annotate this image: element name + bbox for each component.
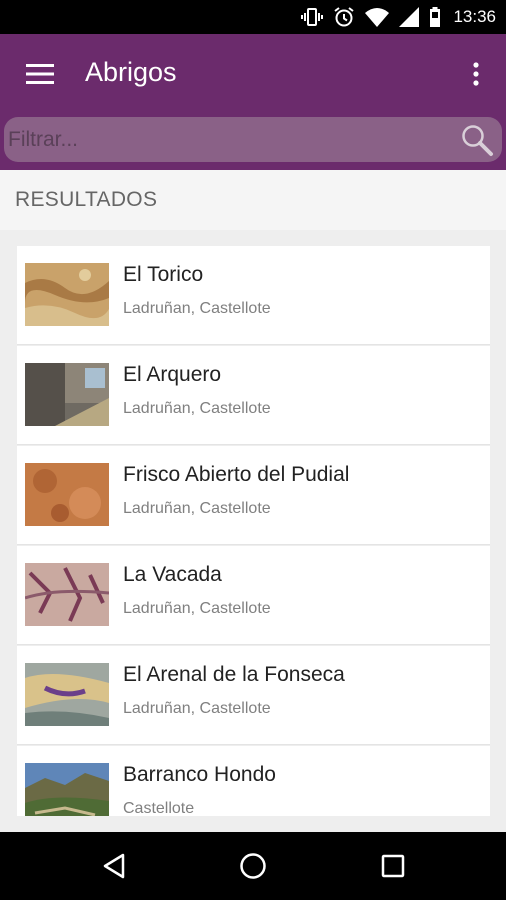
rock-shelter-thumbnail [25, 263, 109, 326]
item-subtitle: Ladruñan, Castellote [123, 600, 271, 617]
item-title: La Vacada [123, 563, 222, 586]
section-title: RESULTADOS [15, 188, 158, 211]
cell-signal-icon [399, 7, 420, 27]
back-triangle-icon [103, 853, 125, 879]
section-header: RESULTADOS [0, 170, 506, 230]
item-title: El Torico [123, 263, 204, 286]
alarm-icon [334, 7, 355, 27]
recents-button[interactable] [373, 846, 413, 886]
search-icon[interactable] [460, 123, 494, 157]
item-title: El Arquero [123, 363, 222, 386]
status-icons: 13:36 [301, 0, 496, 34]
more-vert-icon [473, 62, 479, 86]
item-title: El Arenal de la Fonseca [123, 663, 345, 686]
status-bar: 13:36 [0, 0, 506, 34]
item-subtitle: Ladruñan, Castellote [123, 700, 271, 717]
list-item[interactable]: Barranco Hondo Castellote [17, 746, 490, 816]
rock-art-thumbnail [25, 663, 109, 726]
item-subtitle: Castellote [123, 800, 195, 816]
home-button[interactable] [233, 846, 273, 886]
item-title: Frisco Abierto del Pudial [123, 463, 350, 486]
back-button[interactable] [94, 846, 134, 886]
item-subtitle: Ladruñan, Castellote [123, 400, 271, 417]
wifi-icon [365, 8, 390, 27]
list-item[interactable]: El Arenal de la Fonseca Ladruñan, Castel… [17, 646, 490, 745]
search-field[interactable] [4, 117, 502, 162]
home-circle-icon [240, 853, 266, 879]
search-input[interactable] [6, 117, 458, 162]
navigation-bar [0, 832, 506, 900]
battery-icon [430, 7, 441, 27]
overflow-menu-button[interactable] [464, 56, 488, 92]
list-item[interactable]: Frisco Abierto del Pudial Ladruñan, Cast… [17, 446, 490, 545]
rock-art-thumbnail [25, 563, 109, 626]
item-subtitle: Ladruñan, Castellote [123, 300, 271, 317]
landscape-thumbnail [25, 763, 109, 816]
rock-shelter-thumbnail [25, 463, 109, 526]
results-list: El Torico Ladruñan, Castellote El Arquer… [17, 246, 490, 816]
recents-square-icon [381, 854, 405, 878]
hamburger-menu-icon [26, 64, 54, 84]
list-item[interactable]: El Torico Ladruñan, Castellote [17, 246, 490, 345]
item-title: Barranco Hondo [123, 763, 276, 786]
rock-shelter-thumbnail [25, 363, 109, 426]
menu-button[interactable] [22, 56, 58, 92]
status-time: 13:36 [453, 7, 496, 26]
item-subtitle: Ladruñan, Castellote [123, 500, 271, 517]
page-title: Abrigos [85, 57, 177, 87]
list-item[interactable]: El Arquero Ladruñan, Castellote [17, 346, 490, 445]
search-bar [0, 114, 506, 170]
vibrate-icon [301, 8, 324, 26]
app-bar: Abrigos [0, 34, 506, 114]
list-item[interactable]: La Vacada Ladruñan, Castellote [17, 546, 490, 645]
